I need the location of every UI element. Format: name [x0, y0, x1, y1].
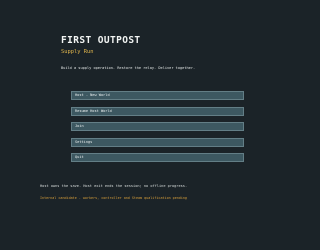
- quit-button[interactable]: Quit: [71, 153, 244, 162]
- host-new-world-button[interactable]: Host - New World: [71, 91, 244, 100]
- title-screen: FIRST OUTPOST Supply Run Build a supply …: [0, 0, 315, 250]
- resume-host-world-button[interactable]: Resume Host World: [71, 106, 244, 116]
- game-tagline: Build a supply operation. Restore the re…: [61, 66, 196, 70]
- settings-button[interactable]: Settings: [71, 137, 244, 147]
- main-menu: Host - New World Resume Host World Join …: [71, 91, 244, 169]
- host-save-note: Host owns the save. Host exit ends the s…: [40, 184, 188, 188]
- build-status-note: Internal candidate - workers, controller…: [40, 196, 187, 200]
- game-title: FIRST OUTPOST: [61, 35, 141, 46]
- game-subtitle: Supply Run: [61, 49, 94, 55]
- join-button[interactable]: Join: [71, 122, 244, 131]
